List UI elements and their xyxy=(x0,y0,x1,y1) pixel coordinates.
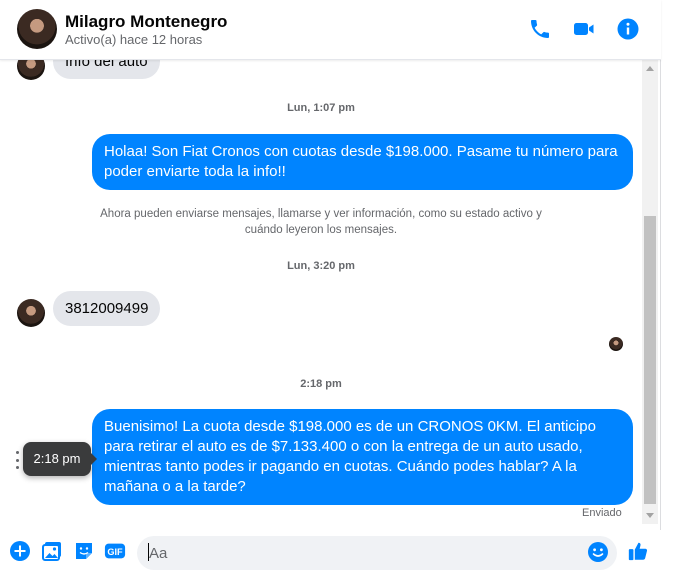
plus-icon[interactable] xyxy=(9,540,31,562)
phone-icon[interactable] xyxy=(528,17,552,41)
message-list[interactable]: Info del auto Lun, 1:07 pm Holaa! Son Fi… xyxy=(0,60,661,524)
sent-status: Enviado xyxy=(582,507,622,519)
scroll-down-arrow-icon[interactable] xyxy=(646,513,654,518)
chat-header: Milagro Montenegro Activo(a) hace 12 hor… xyxy=(0,0,661,60)
contact-status: Activo(a) hace 12 horas xyxy=(65,32,203,47)
photo-icon[interactable] xyxy=(41,540,63,562)
scroll-up-arrow-icon[interactable] xyxy=(646,66,654,71)
scrollbar-thumb[interactable] xyxy=(644,216,656,504)
sticker-icon[interactable] xyxy=(73,540,95,562)
chat-window: Milagro Montenegro Activo(a) hace 12 hor… xyxy=(0,0,661,570)
emoji-icon[interactable] xyxy=(587,541,609,563)
scrollbar[interactable] xyxy=(642,60,658,524)
like-icon[interactable] xyxy=(627,540,651,564)
video-camera-icon[interactable] xyxy=(572,17,596,41)
connection-notice: Ahora pueden enviarse mensajes, llamarse… xyxy=(100,208,542,236)
info-icon[interactable] xyxy=(616,17,640,41)
message-input[interactable] xyxy=(149,536,579,570)
contact-name[interactable]: Milagro Montenegro xyxy=(65,12,227,32)
svg-text:GIF: GIF xyxy=(107,547,123,557)
timestamp-tooltip: 2:18 pm xyxy=(23,442,97,476)
seen-avatar xyxy=(609,337,623,351)
incoming-message[interactable]: 3812009499 xyxy=(53,291,161,326)
outgoing-message[interactable]: Buenisimo! La cuota desde $198.000 es de… xyxy=(92,409,633,505)
text-caret xyxy=(148,543,149,561)
more-options-icon[interactable] xyxy=(14,451,20,469)
contact-avatar[interactable] xyxy=(17,9,57,49)
timestamp: Lun, 1:07 pm xyxy=(287,102,355,114)
timestamp: Lun, 3:20 pm xyxy=(287,260,355,272)
contact-avatar-small xyxy=(17,299,45,327)
composer-bar: GIF xyxy=(0,530,661,570)
timestamp: 2:18 pm xyxy=(300,378,342,390)
incoming-message[interactable]: Info del auto xyxy=(53,60,160,79)
contact-avatar-small xyxy=(17,60,45,80)
gif-icon[interactable]: GIF xyxy=(104,540,128,562)
message-input-container[interactable] xyxy=(137,536,617,570)
outgoing-message[interactable]: Holaa! Son Fiat Cronos con cuotas desde … xyxy=(92,134,633,190)
